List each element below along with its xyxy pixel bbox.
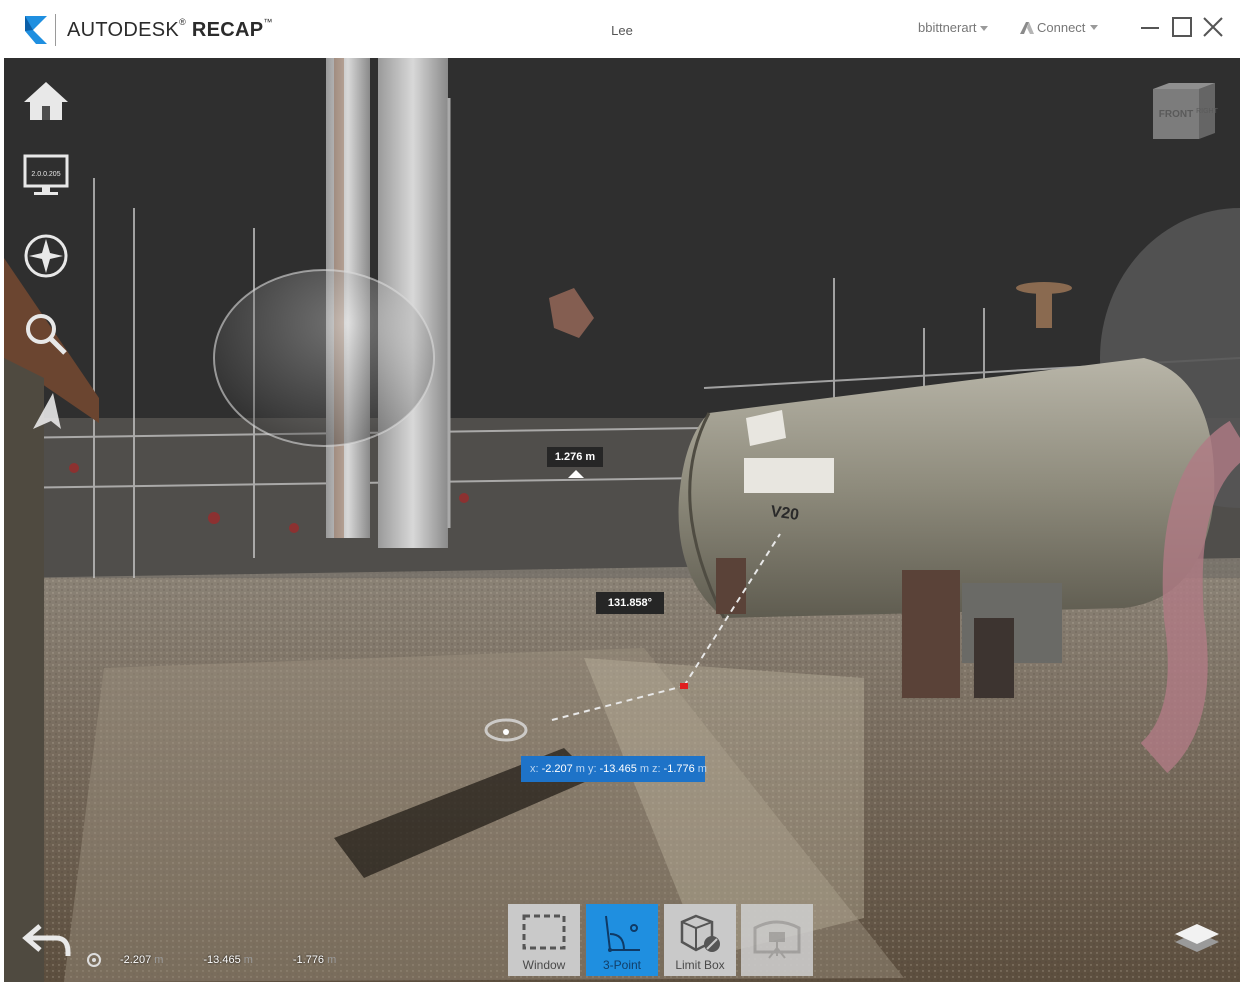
chevron-down-icon [1090, 25, 1099, 30]
connect-label: Connect [1037, 20, 1086, 35]
version-badge: 2.0.0.205 [31, 171, 60, 178]
user-menu[interactable]: bbittnerart [918, 20, 988, 35]
popup-x-value: -2.207 [541, 763, 573, 775]
popup-y-unit: m [639, 763, 649, 775]
cursor-x-unit: m [154, 954, 164, 966]
popup-z-unit: m [697, 763, 707, 775]
cursor-coordinates: -2.207 m -13.465 m -1.776 m [86, 950, 336, 970]
brand-name: AUTODESK® RECAP™ [67, 17, 273, 42]
limit-box-icon [680, 914, 720, 952]
cursor-y-value: -13.465 [203, 954, 241, 966]
user-name: bbittnerart [918, 20, 977, 35]
cursor-z-value: -1.776 [292, 954, 325, 966]
minimize-icon[interactable] [1137, 14, 1163, 40]
cursor-y-unit: m [243, 954, 253, 966]
point-cloud-viewport[interactable]: V20 2.0.0.205 FRONT RIGHT 1.276 m 131.85… [4, 58, 1240, 982]
connect-menu[interactable]: Connect [1019, 20, 1099, 35]
autodesk-a-icon [1020, 21, 1034, 34]
measurement-angle-label: 131.858° [596, 592, 664, 614]
recap-logo-icon [25, 16, 47, 44]
viewcube-front-label[interactable]: FRONT [1159, 109, 1193, 120]
popup-z-label: z: [651, 763, 661, 775]
layers-icon[interactable] [1171, 918, 1223, 960]
zoom-button[interactable] [20, 308, 72, 360]
maximize-icon[interactable] [1169, 14, 1195, 40]
brand-recap: RECAP [191, 19, 264, 41]
limit-box-label: Limit Box [675, 958, 725, 972]
window-select-icon [522, 914, 566, 950]
popup-x-unit: m [575, 763, 585, 775]
limit-box-button[interactable]: Limit Box [664, 904, 736, 976]
project-title: Lee [611, 23, 633, 38]
back-arrow-icon[interactable] [22, 920, 72, 960]
logo-separator [55, 14, 56, 46]
compass-icon [24, 234, 68, 278]
display-settings-button[interactable]: 2.0.0.205 [20, 150, 72, 202]
target-icon [87, 953, 101, 967]
viewcube-right-label[interactable]: RIGHT [1196, 108, 1219, 115]
popup-z-value: -1.776 [663, 763, 695, 775]
cursor-x-value: -2.207 [120, 954, 152, 966]
point-coordinate-popup: x: -2.207 m y: -13.465 m z: -1.776 m [521, 756, 707, 782]
measurement-length-label: 1.276 m [547, 447, 603, 467]
close-icon[interactable] [1200, 14, 1226, 40]
popup-x-label: x: [530, 763, 539, 775]
point-cloud-scene: V20 [4, 58, 1240, 982]
navigate-arrow-icon [33, 393, 61, 429]
three-point-label: 3-Point [602, 958, 642, 972]
cursor-z-unit: m [327, 954, 337, 966]
three-point-angle-icon [605, 915, 640, 952]
scan-camera-icon [753, 920, 801, 959]
chevron-down-icon [979, 26, 988, 32]
window-select-label: Window [522, 958, 566, 972]
three-point-measure-button[interactable]: 3-Point [586, 904, 658, 976]
scan-location-button[interactable] [741, 904, 813, 976]
navigate-button[interactable] [20, 386, 72, 438]
home-button[interactable] [20, 74, 72, 126]
view-cube[interactable]: FRONT RIGHT [1149, 81, 1221, 143]
brand-trademark: ® [179, 17, 186, 27]
popup-y-label: y: [587, 763, 597, 775]
title-bar: AUTODESK® RECAP™ Lee bbittnerart Connect [0, 0, 1245, 58]
home-icon [24, 82, 68, 120]
brand-tm: ™ [263, 17, 273, 27]
brand-autodesk: AUTODESK [67, 19, 180, 41]
popup-y-value: -13.465 [599, 763, 637, 775]
window-select-button[interactable]: Window [508, 904, 580, 976]
orbit-button[interactable] [20, 230, 72, 282]
monitor-icon: 2.0.0.205 [23, 154, 69, 195]
search-icon [26, 314, 67, 355]
